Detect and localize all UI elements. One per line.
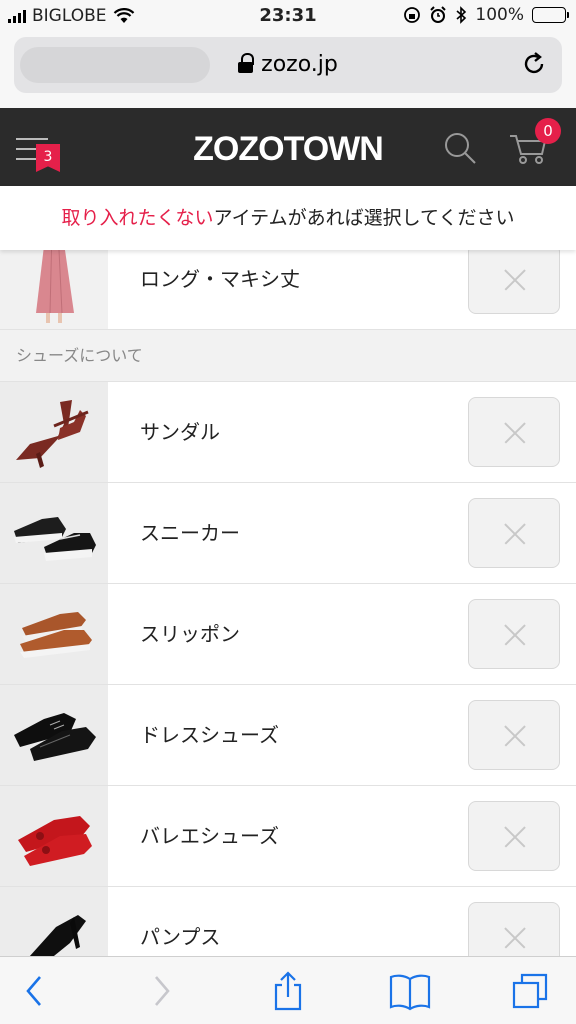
reload-icon[interactable] [520, 50, 548, 78]
battery-icon [532, 7, 569, 23]
item-label: ドレスシューズ [140, 723, 279, 747]
address-bar[interactable]: zozo.jp [14, 37, 562, 93]
sneaker-image [14, 517, 96, 561]
close-icon[interactable] [468, 902, 560, 956]
item-label: サンダル [140, 420, 220, 444]
section-header: シューズについて [0, 330, 576, 382]
item-thumbnail [0, 584, 108, 684]
item-thumbnail [0, 887, 108, 956]
close-icon[interactable] [468, 498, 560, 568]
instruction-rest: アイテムがあれば選択してください [213, 207, 515, 229]
url: zozo.jp [261, 52, 338, 77]
bookmarks-icon[interactable] [388, 971, 432, 1011]
rotation-lock-icon [404, 7, 421, 23]
slip-on-image [20, 612, 92, 658]
list-item[interactable]: サンダル [0, 382, 576, 483]
item-thumbnail [0, 685, 108, 785]
alarm-icon [430, 6, 447, 23]
item-thumbnail [0, 250, 108, 329]
instruction-text: 取り入れたくないアイテムがあれば選択してください [0, 186, 576, 250]
close-icon[interactable] [468, 599, 560, 669]
bluetooth-icon [456, 6, 467, 24]
cart-count-badge: 0 [535, 118, 561, 144]
forward-icon[interactable] [138, 971, 182, 1011]
item-label: スリッポン [140, 622, 240, 646]
item-label: バレエシューズ [140, 824, 279, 848]
status-right: 100% [403, 5, 569, 25]
ballet-shoe-image [18, 816, 92, 866]
close-icon[interactable] [468, 700, 560, 770]
status-bar: BIGLOBE 23:31 100% [0, 0, 576, 32]
lock-icon [238, 53, 255, 73]
list-item[interactable]: スリッポン [0, 584, 576, 685]
browser-chrome: zozo.jp [0, 32, 576, 108]
item-thumbnail [0, 382, 108, 482]
list-item[interactable]: ドレスシューズ [0, 685, 576, 786]
browser-toolbar [0, 956, 576, 1024]
item-label: パンプス [140, 925, 221, 949]
address-text[interactable]: zozo.jp [14, 52, 562, 77]
share-icon[interactable] [266, 971, 310, 1011]
list-item[interactable]: バレエシューズ [0, 786, 576, 887]
pumps-image [29, 915, 86, 956]
item-label: スニーカー [140, 521, 240, 545]
close-icon[interactable] [468, 250, 560, 314]
item-thumbnail [0, 786, 108, 886]
item-thumbnail [0, 483, 108, 583]
battery-percent: 100% [475, 5, 524, 25]
skirt-image [36, 250, 74, 323]
tabs-icon[interactable] [510, 971, 554, 1011]
site-header: ZOZOTOWN [0, 108, 576, 186]
site-logo[interactable]: ZOZOTOWN [0, 130, 576, 169]
list-item[interactable]: ロング・マキシ丈 [0, 250, 576, 330]
dress-shoe-image [14, 713, 96, 761]
list-item[interactable]: パンプス [0, 887, 576, 956]
search-icon[interactable] [442, 130, 478, 166]
back-icon[interactable] [14, 971, 58, 1011]
close-icon[interactable] [468, 397, 560, 467]
item-label: ロング・マキシ丈 [140, 267, 300, 291]
sandal-image [16, 400, 89, 468]
close-icon[interactable] [468, 801, 560, 871]
instruction-highlight: 取り入れたくない [61, 207, 214, 229]
item-list: ロング・マキシ丈 シューズについて サンダル スニーカー スリッポン ドレスシュ… [0, 250, 576, 956]
list-item[interactable]: スニーカー [0, 483, 576, 584]
